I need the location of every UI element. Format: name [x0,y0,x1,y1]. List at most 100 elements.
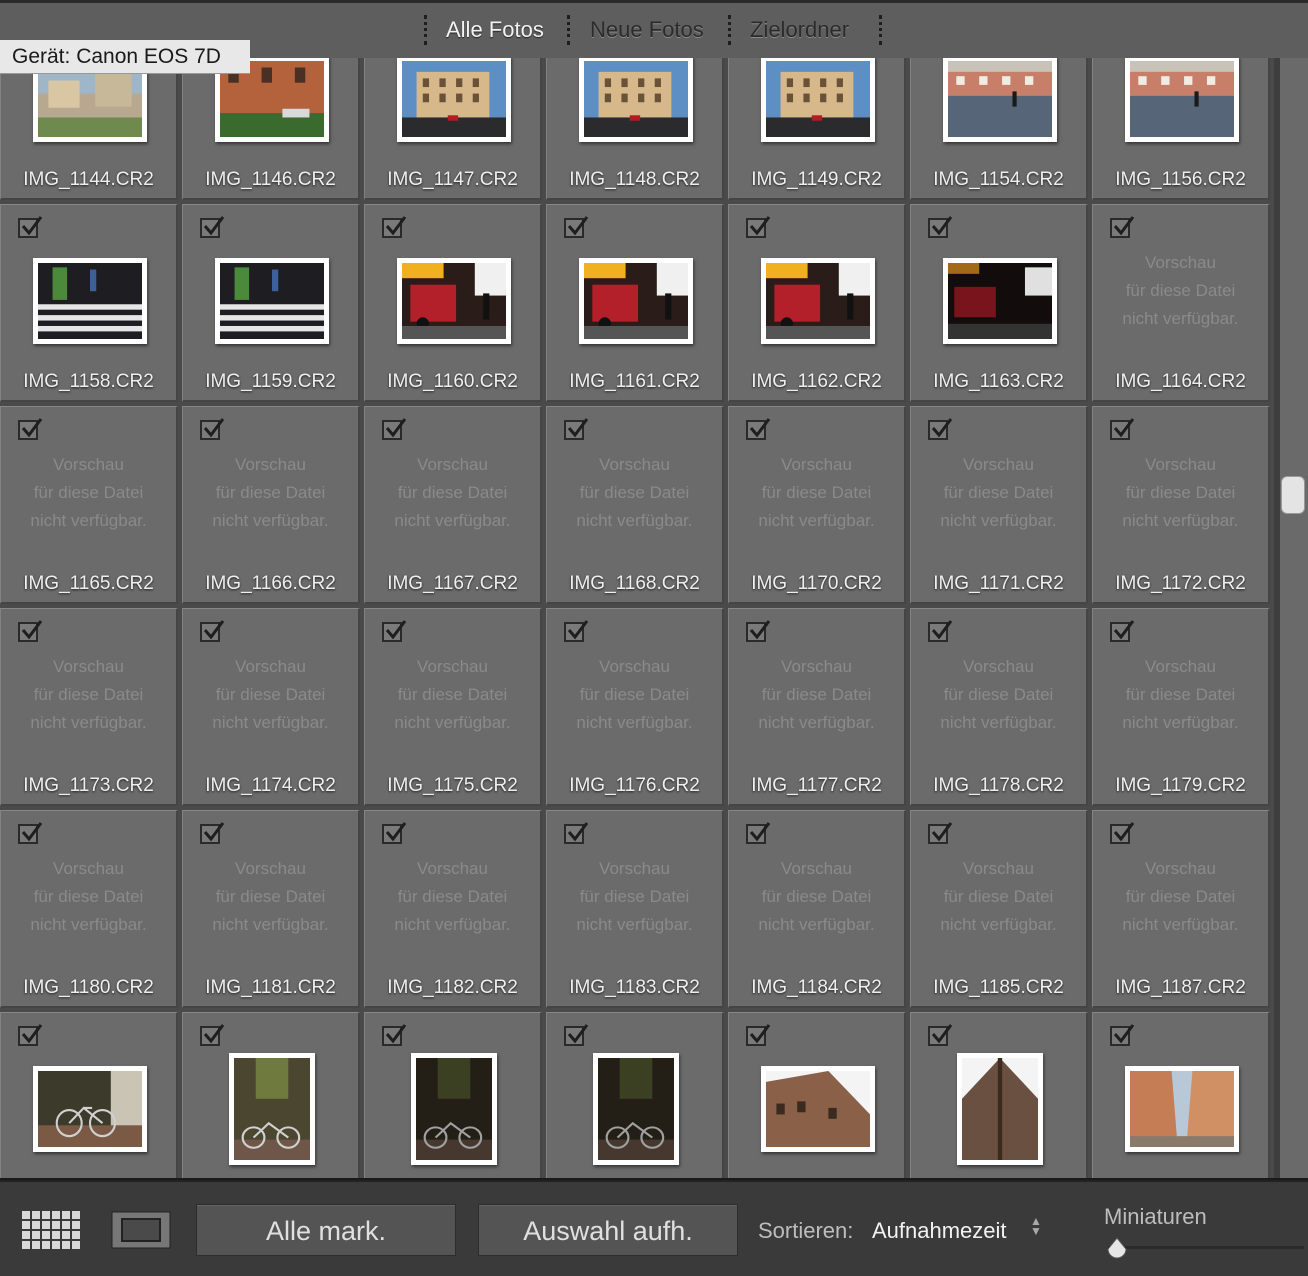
include-checkbox[interactable] [18,822,43,844]
photo-cell[interactable]: IMG_1160.CR2 [364,204,542,402]
photo-cell[interactable] [364,1012,542,1178]
photo-cell[interactable]: IMG_1144.CR2 [0,58,178,200]
include-checkbox[interactable] [18,1024,43,1046]
include-checkbox[interactable] [18,418,43,440]
include-checkbox[interactable] [382,822,407,844]
photo-cell[interactable]: IMG_1147.CR2 [364,58,542,200]
include-checkbox[interactable] [564,216,589,238]
photo-cell[interactable]: IMG_1148.CR2 [546,58,724,200]
photo-cell[interactable]: Vorschau für diese Datei nicht verfügbar. I… [182,406,360,604]
photo-cell[interactable]: Vorschau für diese Datei nicht verfügbar. I… [1092,608,1270,806]
photo-thumbnail [579,58,693,142]
scrollbar-thumb[interactable] [1281,476,1305,514]
checkmark-icon [567,1024,589,1044]
photo-cell[interactable]: IMG_1149.CR2 [728,58,906,200]
include-checkbox[interactable] [746,620,771,642]
photo-cell[interactable]: Vorschau für diese Datei nicht verfügbar. I… [546,406,724,604]
photo-cell[interactable]: Vorschau für diese Datei nicht verfügbar. I… [364,608,542,806]
photo-cell[interactable]: Vorschau für diese Datei nicht verfügbar. I… [728,406,906,604]
include-checkbox[interactable] [746,418,771,440]
photo-cell[interactable]: Vorschau für diese Datei nicht verfügbar. I… [364,406,542,604]
include-checkbox[interactable] [18,620,43,642]
photo-cell[interactable] [728,1012,906,1178]
checkmark-icon [21,620,43,640]
checkmark-icon [749,216,771,236]
checkmark-icon [21,216,43,236]
include-checkbox[interactable] [1110,822,1135,844]
sort-select[interactable]: Aufnahmezeit [872,1218,1007,1244]
include-checkbox[interactable] [928,822,953,844]
photo-cell[interactable]: Vorschau für diese Datei nicht verfügbar. I… [910,810,1088,1008]
no-preview-message: Vorschau für diese Datei nicht verfügbar. [1,653,176,737]
include-checkbox[interactable] [200,418,225,440]
include-checkbox[interactable] [200,216,225,238]
photo-cell[interactable]: Vorschau für diese Datei nicht verfügbar. I… [1092,204,1270,402]
include-checkbox[interactable] [1110,216,1135,238]
photo-cell[interactable]: Vorschau für diese Datei nicht verfügbar. I… [910,608,1088,806]
photo-cell[interactable]: IMG_1158.CR2 [0,204,178,402]
thumbnail-size-slider-knob[interactable] [1106,1237,1128,1259]
photo-cell[interactable]: IMG_1156.CR2 [1092,58,1270,200]
tab-new-photos[interactable]: Neue Fotos [590,17,704,43]
include-checkbox[interactable] [382,620,407,642]
include-checkbox[interactable] [746,822,771,844]
include-checkbox[interactable] [382,418,407,440]
select-all-button[interactable]: Alle mark. [196,1204,456,1256]
include-checkbox[interactable] [928,216,953,238]
thumbnail-size-slider[interactable] [1108,1246,1304,1249]
include-checkbox[interactable] [200,620,225,642]
photo-cell[interactable]: Vorschau für diese Datei nicht verfügbar. I… [0,406,178,604]
no-preview-line: nicht verfügbar. [394,511,511,530]
photo-cell[interactable]: Vorschau für diese Datei nicht verfügbar. I… [728,608,906,806]
include-checkbox[interactable] [18,216,43,238]
sort-arrows-icon[interactable]: ▲ ▼ [1030,1215,1042,1237]
include-checkbox[interactable] [1110,620,1135,642]
photo-cell[interactable]: IMG_1161.CR2 [546,204,724,402]
include-checkbox[interactable] [1110,418,1135,440]
include-checkbox[interactable] [200,822,225,844]
photo-cell[interactable] [0,1012,178,1178]
photo-cell[interactable]: Vorschau für diese Datei nicht verfügbar. I… [728,810,906,1008]
tab-all-photos[interactable]: Alle Fotos [446,17,544,43]
loupe-view-button[interactable] [110,1210,172,1250]
photo-cell[interactable]: Vorschau für diese Datei nicht verfügbar. I… [0,608,178,806]
include-checkbox[interactable] [928,620,953,642]
photo-cell[interactable]: Vorschau für diese Datei nicht verfügbar. I… [910,406,1088,604]
photo-cell[interactable]: IMG_1146.CR2 [182,58,360,200]
include-checkbox[interactable] [382,1024,407,1046]
no-preview-message: Vorschau für diese Datei nicht verfügbar. [1,451,176,535]
photo-cell[interactable]: Vorschau für diese Datei nicht verfügbar. I… [0,810,178,1008]
photo-cell[interactable] [910,1012,1088,1178]
include-checkbox[interactable] [382,216,407,238]
photo-cell[interactable]: IMG_1163.CR2 [910,204,1088,402]
include-checkbox[interactable] [928,418,953,440]
file-name: IMG_1165.CR2 [23,573,154,594]
include-checkbox[interactable] [928,1024,953,1046]
include-checkbox[interactable] [564,1024,589,1046]
photo-cell[interactable]: Vorschau für diese Datei nicht verfügbar. I… [182,810,360,1008]
include-checkbox[interactable] [1110,1024,1135,1046]
include-checkbox[interactable] [200,1024,225,1046]
include-checkbox[interactable] [564,822,589,844]
photo-cell[interactable]: Vorschau für diese Datei nicht verfügbar. I… [546,608,724,806]
photo-cell[interactable] [182,1012,360,1178]
photo-cell[interactable]: Vorschau für diese Datei nicht verfügbar. I… [546,810,724,1008]
file-name: IMG_1181.CR2 [205,977,336,998]
tab-destination-folders[interactable]: Zielordner [750,17,849,43]
no-preview-line: nicht verfügbar. [212,511,329,530]
photo-cell[interactable]: Vorschau für diese Datei nicht verfügbar. I… [182,608,360,806]
include-checkbox[interactable] [564,418,589,440]
photo-cell[interactable] [546,1012,724,1178]
include-checkbox[interactable] [564,620,589,642]
photo-cell[interactable] [1092,1012,1270,1178]
grid-view-button[interactable] [20,1210,82,1250]
photo-cell[interactable]: IMG_1154.CR2 [910,58,1088,200]
photo-cell[interactable]: IMG_1162.CR2 [728,204,906,402]
include-checkbox[interactable] [746,1024,771,1046]
photo-cell[interactable]: Vorschau für diese Datei nicht verfügbar. I… [1092,406,1270,604]
deselect-all-button[interactable]: Auswahl aufh. [478,1204,738,1256]
photo-cell[interactable]: Vorschau für diese Datei nicht verfügbar. I… [1092,810,1270,1008]
photo-cell[interactable]: IMG_1159.CR2 [182,204,360,402]
include-checkbox[interactable] [746,216,771,238]
photo-cell[interactable]: Vorschau für diese Datei nicht verfügbar. I… [364,810,542,1008]
